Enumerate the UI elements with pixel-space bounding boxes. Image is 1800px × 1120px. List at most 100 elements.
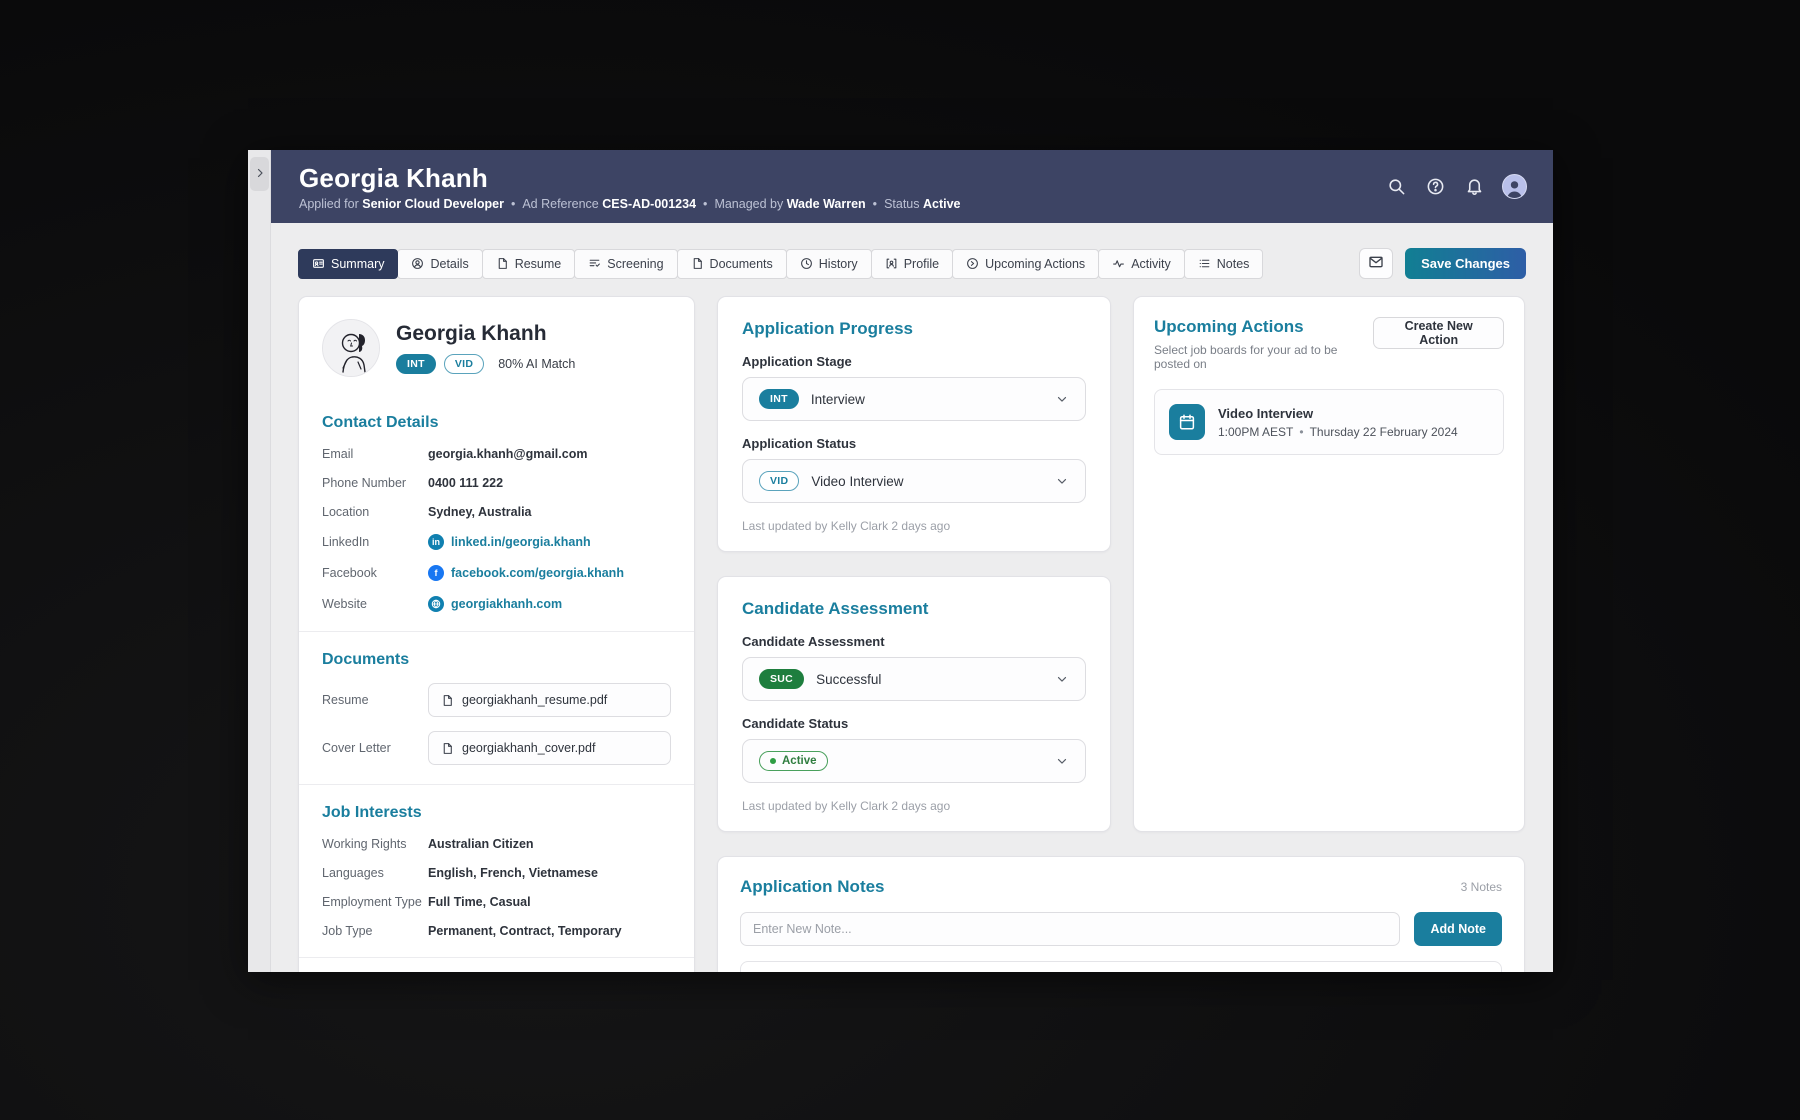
contact-row: Facebook f facebook.com/georgia.khanh — [322, 565, 671, 581]
contact-value[interactable]: georgiakhanh.com — [428, 596, 562, 612]
pulse-icon — [1112, 257, 1125, 270]
candidate-assessment-heading: Candidate Assessment — [742, 599, 929, 618]
contact-row: LinkedIn in linked.in/georgia.khanh — [322, 534, 671, 550]
contact-value: 0400 111 222 — [428, 476, 504, 490]
application-dropdown[interactable]: VID Video Interview — [742, 459, 1086, 503]
user-avatar[interactable] — [1502, 174, 1527, 199]
tab-history[interactable]: History — [785, 248, 872, 279]
contact-label: LinkedIn — [322, 535, 370, 549]
contact-row: Website georgiakhanh.com — [322, 596, 671, 612]
notifications-icon[interactable] — [1463, 176, 1485, 198]
ai-match-score: 80% AI Match — [498, 357, 576, 371]
tab-details[interactable]: Details — [397, 248, 483, 279]
contact-details-section: Contact Details Email georgia.khanh@gmail… — [299, 395, 694, 632]
meta-separator: • — [872, 196, 878, 211]
interest-label: Job Type — [322, 924, 373, 938]
chevron-down-icon — [1055, 754, 1069, 768]
application-notes-heading: Application Notes — [740, 877, 885, 896]
clock-icon — [800, 257, 813, 270]
candidate-summary-card: Georgia Khanh INT VID 80% AI Match Contact… — [298, 296, 695, 972]
main-application: Georgia Khanh Applied for Senior Cloud D… — [271, 150, 1553, 972]
tab-toolbar: Summary Details Resume Screening Documents Hi… — [298, 248, 1526, 279]
mail-icon — [1368, 254, 1384, 273]
chevron-down-icon — [1055, 392, 1069, 406]
candidate-dropdown[interactable]: SUC Successful — [742, 657, 1086, 701]
job-interest-row: Working Rights Australian Citizen — [322, 837, 671, 851]
dropdown-value: Successful — [816, 671, 882, 687]
create-new-action-button[interactable]: Create New Action — [1373, 317, 1504, 349]
document-file[interactable]: georgiakhanh_resume.pdf — [428, 683, 671, 717]
upcoming-actions-card: Upcoming Actions Select job boards for y… — [1133, 296, 1525, 832]
tab-profile[interactable]: Profile — [870, 248, 954, 279]
application-dropdown[interactable]: INT Interview — [742, 377, 1086, 421]
tab-notes[interactable]: Notes — [1183, 248, 1264, 279]
tab-documents[interactable]: Documents — [676, 248, 787, 279]
badge-vid: VID — [759, 471, 800, 491]
desktop-backdrop: Georgia Khanh Applied for Senior Cloud D… — [0, 0, 1800, 1120]
contact-value[interactable]: in linked.in/georgia.khanh — [428, 534, 591, 550]
application-progress-card: Application Progress Application Stage IN… — [717, 296, 1111, 552]
contact-value[interactable]: f facebook.com/georgia.khanh — [428, 565, 624, 581]
chevron-down-icon — [1055, 474, 1069, 488]
file-icon — [441, 742, 454, 755]
header-meta-item: Ad Reference CES-AD-001234 — [522, 196, 697, 211]
document-row: Cover Letter georgiakhanh_cover.pdf — [322, 731, 671, 765]
tab-label: Summary — [331, 256, 385, 271]
upcoming-actions-list: Video Interview 1:00PM AEST • Thursday 22 F… — [1154, 389, 1504, 455]
user-circle-icon — [411, 257, 424, 270]
green-dot — [770, 758, 776, 764]
contact-row: Phone Number 0400 111 222 — [322, 476, 671, 490]
application-notes-card: Application Notes 3 Notes Add Note Kelly… — [717, 856, 1525, 972]
email-candidate-button[interactable] — [1359, 248, 1394, 279]
candidate-field-label: Candidate Status — [742, 716, 849, 731]
upcoming-actions-titles: Upcoming Actions Select job boards for y… — [1154, 317, 1373, 371]
candidate-field-label: Candidate Assessment — [742, 634, 885, 649]
search-icon[interactable] — [1385, 176, 1407, 198]
assessment-last-updated: Last updated by Kelly Clark 2 days ago — [742, 799, 951, 813]
id-card-icon — [312, 257, 325, 270]
tab-upcoming-actions[interactable]: Upcoming Actions — [952, 248, 1100, 279]
application-field-label: Application Stage — [742, 354, 852, 369]
screening-icon — [588, 257, 601, 270]
file-name: georgiakhanh_resume.pdf — [462, 693, 608, 707]
interest-value: Australian Citizen — [428, 837, 534, 851]
add-note-button[interactable]: Add Note — [1414, 912, 1502, 946]
notes-input-row: Add Note — [740, 912, 1502, 946]
candidate-dropdown[interactable]: Active — [742, 739, 1086, 783]
contact-details-heading: Contact Details — [322, 414, 439, 431]
tab-resume[interactable]: Resume — [481, 248, 576, 279]
documents-section: Documents Resume georgiakhanh_resume.pdf C… — [299, 632, 694, 785]
notes-header: Application Notes 3 Notes — [740, 877, 1502, 897]
new-note-input[interactable] — [740, 912, 1401, 946]
upcoming-action-item[interactable]: Video Interview 1:00PM AEST • Thursday 22 F… — [1154, 389, 1504, 455]
tab-screening[interactable]: Screening — [574, 248, 678, 279]
interest-label: Employment Type — [322, 895, 422, 909]
calendar-icon — [1169, 404, 1205, 440]
tab-label: Details — [430, 256, 469, 271]
upcoming-action-datetime: 1:00PM AEST • Thursday 22 February 2024 — [1218, 424, 1458, 439]
save-changes-button[interactable]: Save Changes — [1405, 248, 1526, 279]
document-label: Cover Letter — [322, 741, 391, 755]
application-field-label: Application Status — [742, 436, 857, 451]
job-interest-rows: Working Rights Australian Citizen Language… — [322, 837, 671, 938]
expand-sidebar-button[interactable] — [250, 157, 269, 191]
contact-label: Website — [322, 597, 367, 611]
tab-summary[interactable]: Summary — [298, 248, 399, 279]
candidate-name: Georgia Khanh — [396, 322, 547, 345]
dropdown-value: Interview — [810, 391, 865, 407]
job-interests-section: Job Interests Working Rights Australian C… — [299, 785, 694, 958]
document-file[interactable]: georgiakhanh_cover.pdf — [428, 731, 671, 765]
candidate-header: Georgia Khanh Applied for Senior Cloud D… — [271, 150, 1553, 223]
help-icon[interactable] — [1424, 176, 1446, 198]
interest-value: Full Time, Casual — [428, 895, 531, 909]
file-name: georgiakhanh_cover.pdf — [462, 741, 596, 755]
tab-activity[interactable]: Activity — [1098, 248, 1185, 279]
circle-arrow-icon — [966, 257, 979, 270]
interest-value: English, French, Vietnamese — [428, 866, 598, 880]
interest-value: Permanent, Contract, Temporary — [428, 924, 622, 938]
recruitment-details-section: Recruitment Details — [299, 958, 694, 972]
contact-label: Location — [322, 505, 370, 519]
profile-block: Georgia Khanh INT VID 80% AI Match — [299, 297, 694, 395]
collapsed-sidebar-rail — [248, 150, 271, 972]
progress-last-updated: Last updated by Kelly Clark 2 days ago — [742, 519, 951, 533]
